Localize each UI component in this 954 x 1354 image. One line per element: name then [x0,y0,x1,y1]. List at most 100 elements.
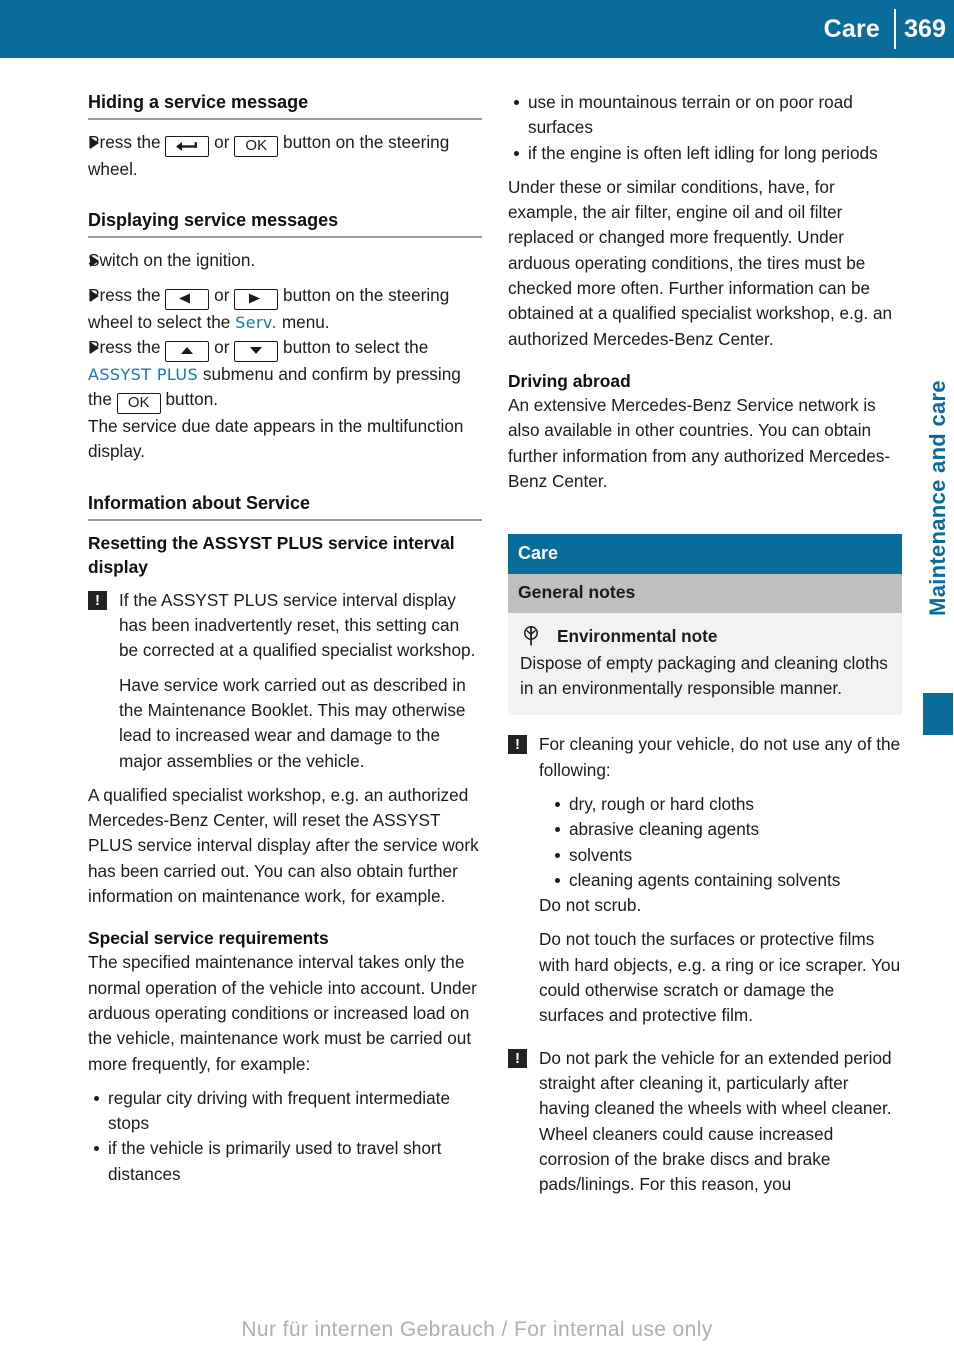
step-select-assyst-plus: Press the or button to select the ASSYST… [88,335,482,465]
paragraph-driving-abroad: An extensive Mercedes-Benz Service netwo… [508,394,891,491]
paragraph-special-service: The specified maintenance interval takes… [88,952,477,1074]
bullet-icon [514,100,519,105]
heading-displaying-service-messages: Displaying service messages [88,210,339,231]
bullet-icon [555,827,560,833]
page-header: Care 369 [0,0,954,58]
page-number: 369 [904,14,946,43]
list-item: cleaning agents containing solvents [539,868,902,893]
step-text: Switch on the ignition. [88,250,256,271]
warning-icon: ! [508,1048,527,1068]
left-column: Hiding a service message Press the or OK… [88,90,482,1187]
chapter-side-tab: Maintenance and care [908,345,953,765]
section-banner-general-notes: General notes [508,574,902,613]
environmental-note-panel: Environmental note Dispose of empty pack… [508,612,902,716]
step-triangle-icon [90,341,99,354]
step-hide-service-message: Press the or OK button on the steering w… [88,130,482,182]
warning-note-text: Do not park the vehicle for an extended … [539,1047,892,1195]
list-special-service-conditions-continued: use in mountainous terrain or on poor ro… [508,90,902,166]
list-item-label: abrasive cleaning agents [569,819,760,840]
ok-key-icon: OK [116,393,161,415]
bullet-icon [555,877,560,883]
list-item-label: use in mountainous terrain or on poor ro… [528,92,853,138]
bullet-icon [94,1146,99,1152]
step-text-post: menu. [281,311,330,332]
heading-rule [88,236,482,239]
bullet-icon [514,150,519,156]
list-item-label: if the vehicle is primarily used to trav… [108,1138,442,1184]
display-text-assyst-plus: ASSYST PLUS [88,364,199,384]
list-item: use in mountainous terrain or on poor ro… [508,90,902,141]
list-item: abrasive cleaning agents [539,817,902,842]
up-arrow-key-icon [165,340,210,362]
warning-note-text: For cleaning your vehicle, do not use an… [539,734,901,780]
warning-icon: ! [508,735,527,755]
heading-special-service-requirements: Special service requirements [88,928,329,949]
environmental-note-heading: Environmental note [520,623,890,649]
list-item-label: if the engine is often left idling for l… [528,142,878,163]
paragraph-arduous-conditions: Under these or similar conditions, have,… [508,176,893,349]
heading-rule [88,118,482,120]
step-text-mid: button to select the [283,336,429,357]
step-text-or: or [214,284,230,305]
environmental-note-title: Environmental note [557,625,718,646]
warning-note-text: If the ASSYST PLUS service interval disp… [119,589,476,661]
list-item: regular city driving with frequent inter… [88,1086,482,1137]
heading-rule [88,518,482,521]
list-item-label: regular city driving with frequent inter… [108,1087,451,1134]
step-triangle-icon [90,289,99,302]
list-item: solvents [539,843,902,868]
list-item: if the engine is often left idling for l… [508,141,902,166]
environmental-note-body: Dispose of empty packaging and cleaning … [520,652,888,699]
right-column: use in mountainous terrain or on poor ro… [508,90,902,1197]
page-title: Care [823,14,880,43]
warning-note-resetting: ! If the ASSYST PLUS service interval di… [88,588,482,774]
bullet-icon [555,801,560,807]
chapter-tab-marker [923,693,953,735]
warning-note-parking: ! Do not park the vehicle for an extende… [508,1046,902,1198]
list-item-label: solvents [569,844,633,865]
list-item-label: dry, rough or hard cloths [569,793,755,814]
footer-internal-use: Nur für internen Gebrauch / For internal… [241,1318,713,1341]
list-item: dry, rough or hard cloths [539,792,902,817]
warning-note-cleaning: ! For cleaning your vehicle, do not use … [508,732,902,1028]
step-triangle-icon [90,255,99,268]
chapter-side-tab-label: Maintenance and care [925,380,950,616]
warning-note-no-scrub: Do not scrub. [539,895,642,916]
step-switch-ignition: Switch on the ignition. [88,248,482,273]
bullet-icon [555,852,560,858]
down-arrow-key-icon [234,340,279,362]
list-item-label: cleaning agents containing solvents [569,869,841,890]
step-text-or: or [214,336,230,357]
list-item: if the vehicle is primarily used to trav… [88,1136,482,1187]
back-arrow-key-icon [165,136,210,157]
step-text-or: or [214,132,230,152]
heading-hiding-service-message: Hiding a service message [88,92,309,112]
step-triangle-icon [90,137,99,149]
warning-icon: ! [88,590,107,610]
list-cleaning-prohibited: dry, rough or hard cloths abrasive clean… [539,792,902,893]
list-special-service-conditions: regular city driving with frequent inter… [88,1086,482,1187]
section-banner-care: Care [508,534,902,575]
warning-note-no-touch: Do not touch the surfaces or protective … [539,929,901,1026]
heading-information-about-service: Information about Service [88,492,311,513]
ok-key-icon: OK [234,136,279,157]
display-text-serv-menu: Serv. [235,312,278,332]
left-arrow-key-icon [165,288,210,310]
step-select-serv-menu: Press the or button on the steering whee… [88,283,482,335]
heading-driving-abroad: Driving abroad [508,370,631,391]
step-result-text: The service due date appears in the mult… [88,416,464,462]
